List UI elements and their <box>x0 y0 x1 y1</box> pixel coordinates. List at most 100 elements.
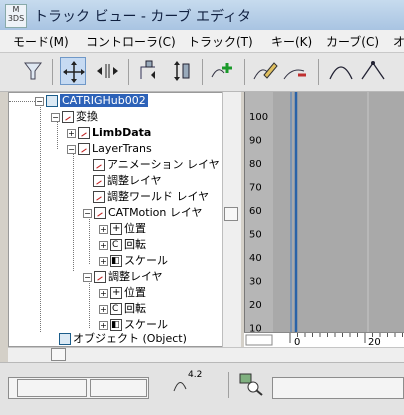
scale-icon <box>110 317 122 333</box>
collapse-icon[interactable]: − <box>83 272 92 282</box>
filter-button[interactable] <box>20 57 46 85</box>
draw-curves-icon <box>253 62 278 80</box>
scale-values-button[interactable] <box>168 57 194 85</box>
controller-icon <box>62 111 74 123</box>
y-axis-label: 70 <box>249 183 262 194</box>
tree-item-label: オブジェクト (Object) <box>73 332 187 345</box>
magnifier-icon <box>239 373 263 396</box>
zoom-label: 4.2 <box>188 370 203 380</box>
value-field[interactable] <box>90 379 147 397</box>
custom-tangent-button[interactable] <box>328 57 354 85</box>
scale-keys-button[interactable] <box>136 57 162 85</box>
curve-graph[interactable]: 100 90 80 70 60 50 40 30 20 10 <box>244 92 404 332</box>
menu-controller[interactable]: コントローラ(C) <box>86 33 176 50</box>
menu-keys[interactable]: キー(K) <box>271 33 312 50</box>
tree-item-position[interactable]: + 位置 <box>99 221 146 237</box>
tree-item-limbdata[interactable]: + LimbData <box>67 125 151 141</box>
tree-item-scale[interactable]: + スケール <box>99 253 168 269</box>
toolbar-separator <box>52 59 53 85</box>
add-keys-button[interactable] <box>210 57 236 85</box>
draw-curves-button[interactable] <box>252 57 278 85</box>
tree-item-label: 調整ワールド レイヤ <box>107 190 210 203</box>
tree-item-rotation-2[interactable]: + 回転 <box>99 301 146 317</box>
tree-scroll-thumb[interactable] <box>224 207 238 221</box>
menu-mode[interactable]: モード(M) <box>13 33 69 50</box>
tree-item-catrighub[interactable]: − CATRIGHub002 <box>35 93 148 109</box>
app-icon: M 3DS <box>5 4 27 28</box>
tree-item-rotation[interactable]: + 回転 <box>99 237 146 253</box>
tree-item-label: CATMotion レイヤ <box>108 206 203 219</box>
menu-bar: モード(M) コントローラ(C) トラック(T) キー(K) カーブ(C) オ <box>0 30 404 53</box>
move-keys-button[interactable] <box>60 57 86 85</box>
controller-icon <box>78 127 90 139</box>
move-keys-icon <box>63 61 85 83</box>
ruler-frame-box <box>245 334 273 346</box>
tree-item-catmotion-layer[interactable]: − CATMotion レイヤ <box>83 205 203 221</box>
controller-icon <box>93 159 105 171</box>
y-axis-label: 50 <box>249 230 262 241</box>
frame-field[interactable] <box>17 379 87 397</box>
menu-curves[interactable]: カーブ(C) <box>326 33 379 50</box>
tree-item-label: 調整レイヤ <box>108 270 163 283</box>
tree-item-adjust-world-layer[interactable]: 調整ワールド レイヤ <box>93 189 209 205</box>
tree-item-label: 調整レイヤ <box>107 174 162 187</box>
tree-item-label: スケール <box>124 254 168 267</box>
tree-line <box>89 217 90 264</box>
rotation-icon <box>110 301 122 317</box>
expand-icon[interactable]: + <box>99 224 108 234</box>
tree-item-adjust-layer[interactable]: 調整レイヤ <box>93 173 162 189</box>
tree-line <box>40 102 41 332</box>
tree-item-label: LimbData <box>92 126 152 139</box>
expand-icon[interactable]: + <box>99 288 108 298</box>
tree-item-animation-layer[interactable]: アニメーション レイヤ <box>93 157 220 173</box>
position-icon <box>110 221 122 237</box>
slide-keys-button[interactable] <box>94 57 120 85</box>
add-keys-icon <box>211 63 232 78</box>
y-axis-label: 80 <box>249 159 262 170</box>
fast-tangent-button[interactable] <box>360 57 386 85</box>
controller-icon <box>94 207 106 219</box>
tree-item-adjust-layer-2[interactable]: − 調整レイヤ <box>83 269 163 285</box>
y-axis-label: 60 <box>249 206 262 217</box>
rotation-icon <box>110 237 122 253</box>
window-title: トラック ビュー - カーブ エディタ <box>34 9 252 25</box>
toolbar-separator <box>244 59 245 85</box>
zoom-selected-button[interactable] <box>238 372 264 396</box>
app-icon-text: 3DS <box>7 14 25 23</box>
object-icon <box>46 95 58 107</box>
expand-icon[interactable]: + <box>99 320 108 330</box>
collapse-icon[interactable]: − <box>67 144 76 154</box>
controller-icon <box>93 175 105 187</box>
horizontal-scroll-thumb[interactable] <box>51 348 66 361</box>
collapse-icon[interactable]: − <box>83 208 92 218</box>
reduce-keys-button[interactable] <box>282 57 308 85</box>
expand-icon[interactable]: + <box>67 128 76 138</box>
y-axis-label: 100 <box>249 112 268 123</box>
controller-icon <box>94 271 106 283</box>
status-separator <box>228 372 229 398</box>
toolbar-separator <box>128 59 129 85</box>
tree-item-object[interactable]: オブジェクト (Object) <box>59 331 187 346</box>
menu-options[interactable]: オ <box>393 33 404 50</box>
zoom-button[interactable]: 4.2 <box>172 369 206 395</box>
selection-field[interactable] <box>272 377 404 399</box>
menu-track[interactable]: トラック(T) <box>188 33 253 50</box>
tree-item-position-2[interactable]: + 位置 <box>99 285 146 301</box>
tree-item-label: アニメーション レイヤ <box>107 158 220 171</box>
tree-item-label: 回転 <box>124 302 146 315</box>
horizontal-scrollbar[interactable] <box>8 347 404 362</box>
tree-item-label: 回転 <box>124 238 146 251</box>
toolbar-separator <box>318 59 319 85</box>
collapse-icon[interactable]: − <box>35 96 44 106</box>
y-axis-label: 10 <box>249 324 262 333</box>
expand-icon[interactable]: + <box>99 304 108 314</box>
expand-icon[interactable]: + <box>99 240 108 250</box>
controller-icon <box>93 191 105 203</box>
collapse-icon[interactable]: − <box>51 112 60 122</box>
slide-keys-icon <box>97 64 118 78</box>
tree-item-transform[interactable]: − 変換 <box>51 109 98 125</box>
controller-tree[interactable]: − CATRIGHub002 − 変換 + LimbData − LayerTrans … <box>8 92 236 347</box>
tree-item-layertrans[interactable]: − LayerTrans <box>67 141 152 157</box>
scale-keys-icon <box>140 60 155 79</box>
expand-icon[interactable]: + <box>99 256 108 266</box>
